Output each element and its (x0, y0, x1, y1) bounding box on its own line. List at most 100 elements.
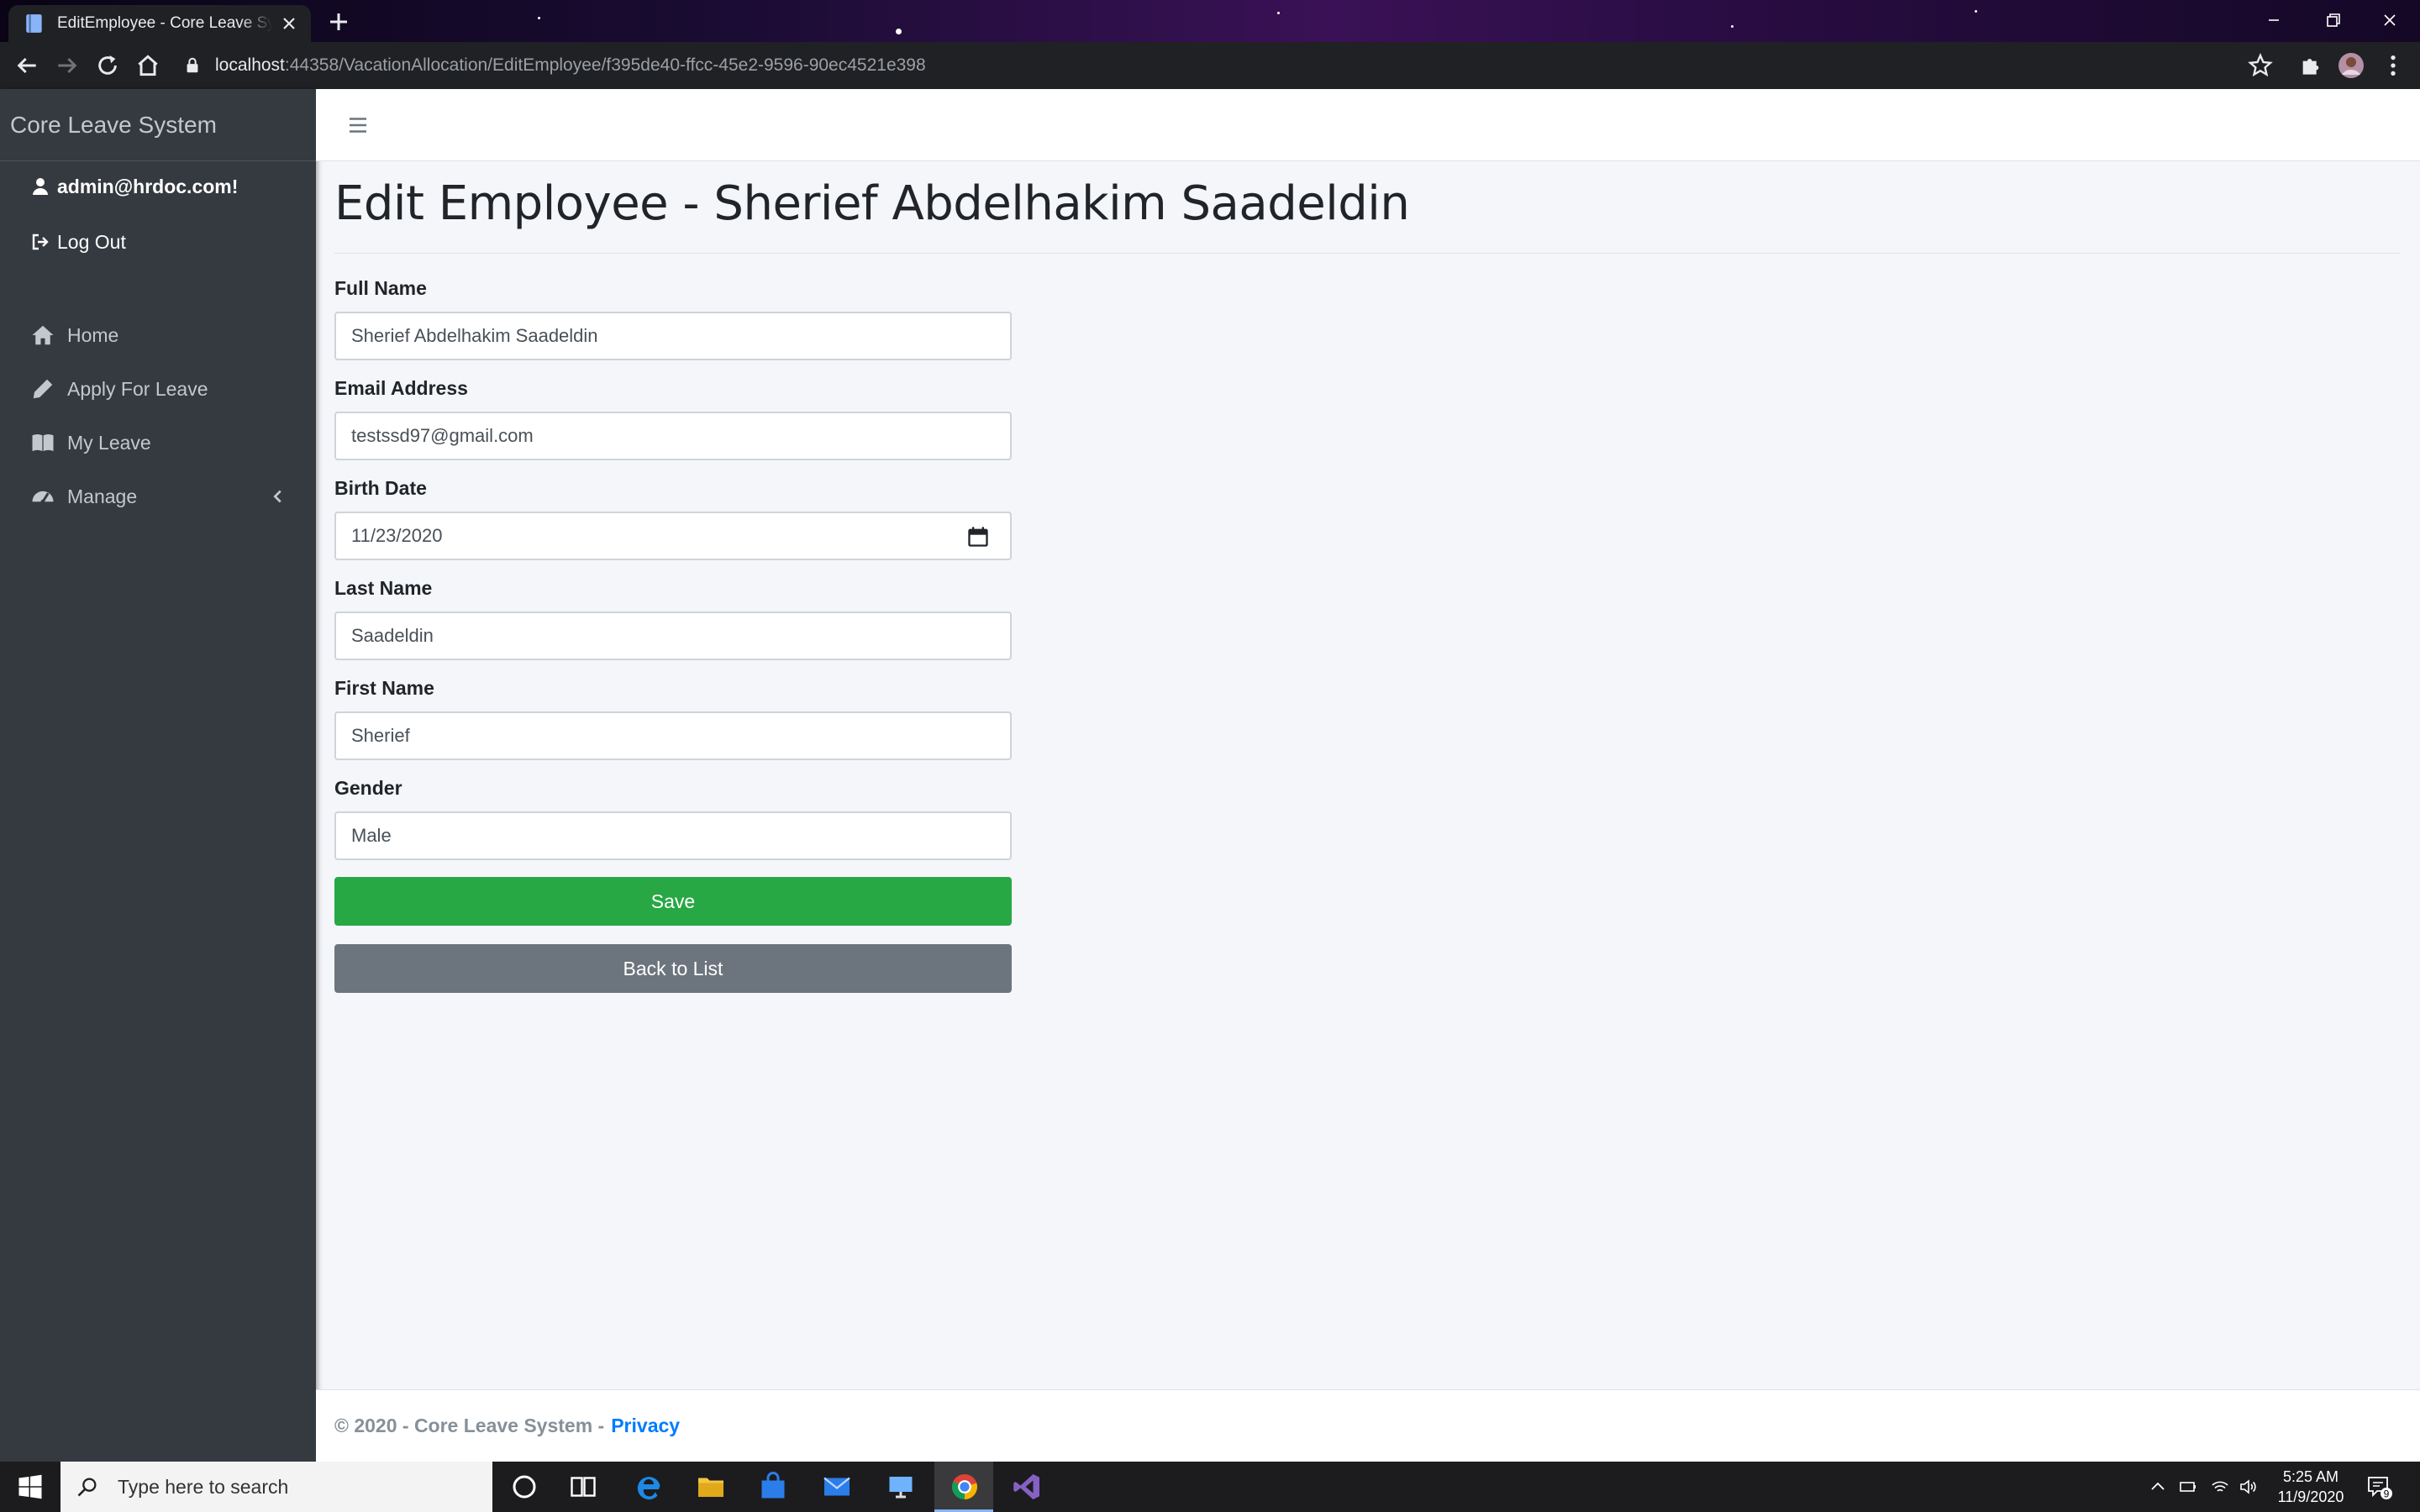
sidebar-item-label: Apply For Leave (67, 377, 208, 400)
taskbar-search-box[interactable]: Type here to search (60, 1462, 492, 1512)
privacy-link[interactable]: Privacy (611, 1415, 680, 1437)
first-name-label: First Name (334, 677, 434, 699)
volume-icon[interactable] (2238, 1477, 2259, 1497)
home-page-icon[interactable] (134, 52, 161, 79)
sidebar-item-label: Manage (67, 485, 138, 507)
mail-icon[interactable] (822, 1472, 852, 1502)
clock-date: 11/9/2020 (2277, 1488, 2344, 1505)
notification-center-icon[interactable]: 9 (2366, 1473, 2393, 1500)
full-name-input[interactable]: Sherief Abdelhakim Saadeldin (334, 312, 1012, 360)
bookmark-star-icon[interactable] (2247, 52, 2274, 79)
back-arrow-icon[interactable] (13, 52, 40, 79)
extensions-puzzle-icon[interactable] (2297, 52, 2324, 79)
last-name-label: Last Name (334, 577, 433, 599)
address-bar[interactable]: localhost :44358/VacationAllocation/Edit… (183, 47, 2284, 84)
file-explorer-icon[interactable] (696, 1472, 726, 1502)
sidebar: Core Leave System admin@hrdoc.com! Log O… (0, 89, 316, 1462)
background-star (1975, 10, 1977, 13)
restore-window-icon[interactable] (2316, 7, 2349, 34)
minimize-window-icon[interactable] (2257, 7, 2291, 34)
user-icon (33, 178, 48, 195)
background-star (1731, 25, 1733, 28)
lock-icon[interactable] (183, 56, 202, 75)
page-favicon-icon (26, 14, 42, 33)
main-content: Edit Employee - Sherief Abdelhakim Saade… (334, 161, 2402, 993)
sidebar-item-my-leave[interactable]: My Leave (0, 420, 316, 465)
browser-tab[interactable]: EditEmployee - Core Leave System (8, 5, 311, 42)
battery-icon[interactable] (2178, 1477, 2198, 1497)
form-group-email: Email Address testssd97@gmail.com (334, 377, 1012, 460)
browser-tab-strip: EditEmployee - Core Leave System (0, 0, 2420, 42)
logout-link[interactable]: Log Out (0, 219, 316, 265)
taskbar-search-placeholder: Type here to search (118, 1475, 289, 1498)
full-name-label: Full Name (334, 277, 427, 299)
wifi-icon[interactable] (2210, 1477, 2230, 1497)
back-to-list-button[interactable]: Back to List (334, 944, 1012, 993)
cortana-icon[interactable] (509, 1472, 539, 1502)
sidebar-item-manage[interactable]: Manage (0, 474, 316, 519)
pencil-icon (33, 379, 53, 399)
birth-date-label: Birth Date (334, 477, 427, 499)
new-tab-icon[interactable] (326, 9, 351, 34)
email-input[interactable]: testssd97@gmail.com (334, 412, 1012, 460)
windows-taskbar: Type here to search 5:25 AM 11/9/2020 9 (0, 1462, 2420, 1512)
browser-toolbar: localhost :44358/VacationAllocation/Edit… (0, 42, 2420, 89)
chevron-left-icon[interactable] (269, 487, 287, 506)
form-group-full-name: Full Name Sherief Abdelhakim Saadeldin (334, 277, 1012, 360)
dashboard-icon (32, 491, 54, 504)
last-name-value: Saadeldin (351, 625, 434, 646)
store-icon[interactable] (758, 1472, 788, 1502)
sign-out-icon (32, 234, 49, 250)
email-value: testssd97@gmail.com (351, 425, 534, 446)
brand-text: Core Leave System (10, 111, 217, 138)
search-icon (77, 1478, 97, 1497)
browser-menu-icon[interactable] (2380, 52, 2407, 79)
hamburger-menu-icon[interactable] (345, 113, 371, 138)
calendar-icon[interactable] (966, 525, 990, 549)
brand-link[interactable]: Core Leave System (0, 89, 316, 161)
tray-chevron-up-icon[interactable] (2148, 1477, 2168, 1497)
first-name-value: Sherief (351, 725, 410, 746)
gender-input[interactable]: Male (334, 811, 1012, 860)
sidebar-user[interactable]: admin@hrdoc.com! (0, 164, 316, 209)
title-divider (334, 253, 2400, 254)
visual-studio-icon[interactable] (1012, 1472, 1042, 1502)
home-icon (32, 325, 54, 345)
background-star (538, 17, 540, 19)
reload-icon[interactable] (94, 52, 121, 79)
full-name-value: Sherief Abdelhakim Saadeldin (351, 325, 598, 346)
edit-employee-form: Full Name Sherief Abdelhakim Saadeldin E… (334, 277, 1012, 993)
form-group-last-name: Last Name Saadeldin (334, 577, 1012, 660)
first-name-input[interactable]: Sherief (334, 711, 1012, 760)
footer-copyright: © 2020 - Core Leave System - (334, 1415, 605, 1436)
taskbar-clock[interactable]: 5:25 AM 11/9/2020 (2269, 1467, 2353, 1507)
top-navbar (316, 89, 2420, 161)
chrome-icon[interactable] (950, 1472, 980, 1502)
remote-desktop-icon[interactable] (886, 1472, 916, 1502)
close-tab-icon[interactable] (279, 13, 299, 34)
save-button[interactable]: Save (334, 877, 1012, 926)
birth-date-value: 11/23/2020 (351, 525, 443, 546)
email-label: Email Address (334, 377, 468, 399)
last-name-input[interactable]: Saadeldin (334, 612, 1012, 660)
form-group-first-name: First Name Sherief (334, 677, 1012, 760)
sidebar-item-label: My Leave (67, 431, 151, 454)
sidebar-item-apply-for-leave[interactable]: Apply For Leave (0, 366, 316, 412)
background-star (1277, 12, 1280, 14)
url-path: :44358/VacationAllocation/EditEmployee/f… (284, 55, 926, 75)
gender-value: Male (351, 825, 392, 846)
url-host: localhost (215, 55, 285, 75)
close-window-icon[interactable] (2373, 7, 2407, 34)
birth-date-input[interactable]: 11/23/2020 (334, 512, 1012, 560)
logout-label: Log Out (57, 230, 126, 253)
profile-avatar[interactable] (2338, 52, 2365, 79)
forward-arrow-icon[interactable] (54, 52, 81, 79)
sidebar-item-label: Home (67, 323, 119, 346)
edge-browser-icon[interactable] (634, 1472, 664, 1502)
task-view-icon[interactable] (568, 1472, 598, 1502)
book-icon (32, 434, 54, 451)
windows-start-icon[interactable] (15, 1472, 45, 1502)
background-star (896, 29, 902, 34)
sidebar-item-home[interactable]: Home (0, 312, 316, 358)
notification-count: 9 (2384, 1488, 2390, 1500)
